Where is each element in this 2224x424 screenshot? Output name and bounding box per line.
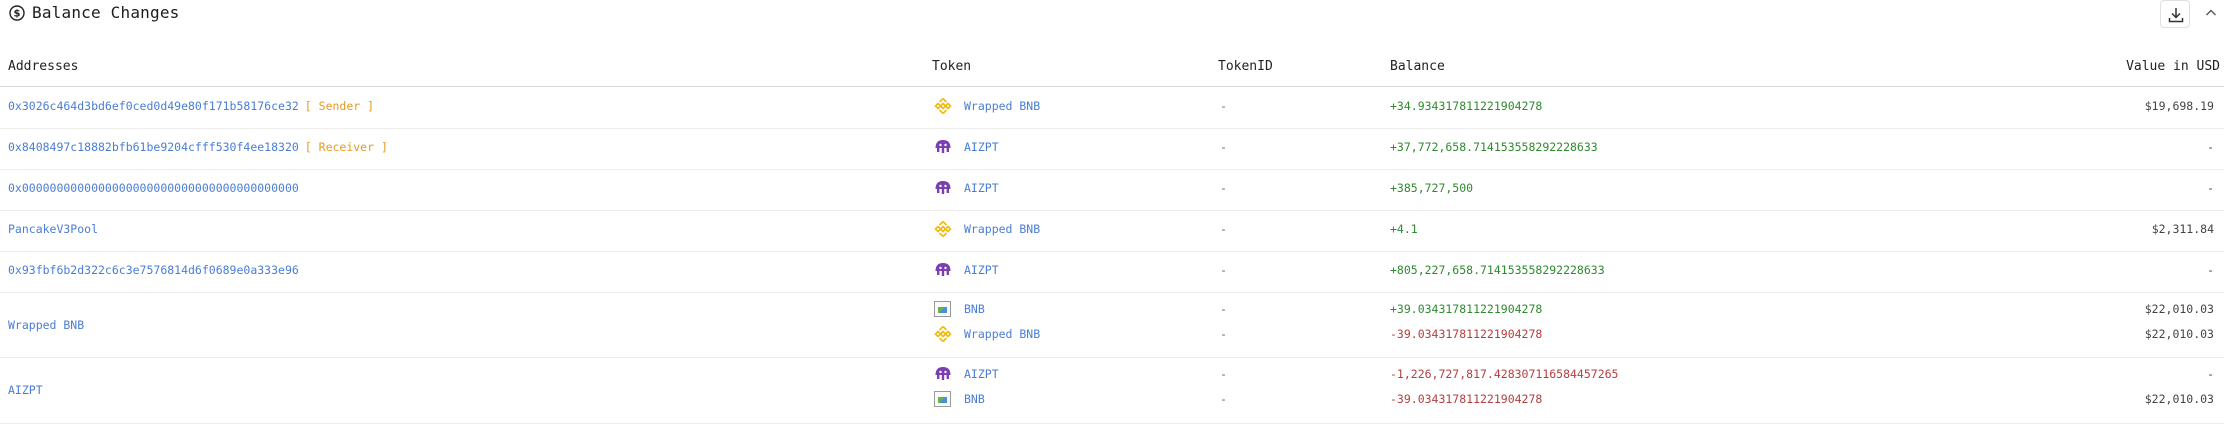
table-row: 0x93fbf6b2d322c6c3e7576814d6f0689e0a333e… xyxy=(0,251,2224,293)
usd-value: $19,698.19 xyxy=(2144,99,2214,113)
token-id: - xyxy=(1220,181,1227,195)
token-id: - xyxy=(1220,392,1227,406)
section-header: $ Balance Changes xyxy=(0,0,2224,28)
token-id: - xyxy=(1220,302,1227,316)
token-id: - xyxy=(1220,140,1227,154)
usd-value: $22,010.03 xyxy=(2144,302,2214,316)
balance-value: +39.034317811221904278 xyxy=(1390,302,1543,316)
role-tag: [ Sender ] xyxy=(304,99,375,113)
address-cell: Wrapped BNB xyxy=(8,318,84,332)
token-link[interactable]: BNB xyxy=(964,302,985,316)
balance-value: -1,226,727,817.428307116584457265 xyxy=(1390,367,1619,381)
role-tag: [ Receiver ] xyxy=(304,140,388,154)
token-link[interactable]: Wrapped BNB xyxy=(964,327,1040,341)
usd-value: $22,010.03 xyxy=(2144,327,2214,341)
usd-value: $22,010.03 xyxy=(2144,392,2214,406)
balance-value: +37,772,658.714153558292228633 xyxy=(1390,140,1598,154)
download-icon xyxy=(2168,8,2184,23)
token-link[interactable]: AIZPT xyxy=(964,181,999,195)
address-link[interactable]: Wrapped BNB xyxy=(8,318,84,332)
balance-value: +4.1 xyxy=(1390,222,1418,236)
usd-value: - xyxy=(2207,140,2214,154)
col-balance: Balance xyxy=(1390,59,1445,74)
address-link[interactable]: 0x8408497c18882bfb61be9204cfff530f4ee183… xyxy=(8,140,299,154)
address-link[interactable]: 0x3026c464d3bd6ef0ced0d49e80f171b58176ce… xyxy=(8,99,299,113)
table-row: AIZPT AIZPT - -1,226,727,817.42830711658445… xyxy=(0,357,2224,424)
usd-value: - xyxy=(2207,181,2214,195)
dollar-circle-icon: $ xyxy=(9,5,25,21)
token-link[interactable]: AIZPT xyxy=(964,263,999,277)
col-value-usd: Value in USD xyxy=(2126,59,2220,74)
bnb-icon xyxy=(934,325,952,343)
table-row: 0x00000000000000000000000000000000000000… xyxy=(0,169,2224,211)
token-id: - xyxy=(1220,327,1227,341)
balance-value: -39.034317811221904278 xyxy=(1390,327,1543,341)
aizpt-icon xyxy=(934,261,952,279)
aizpt-icon xyxy=(934,138,952,156)
address-cell: 0x3026c464d3bd6ef0ced0d49e80f171b58176ce… xyxy=(8,99,374,113)
usd-value: $2,311.84 xyxy=(2151,222,2214,236)
balance-value: +385,727,500 xyxy=(1390,181,1474,195)
chevron-up-icon[interactable] xyxy=(2202,4,2220,22)
table-row: PancakeV3Pool Wrapped BNB - +4.1 $2,311.84 xyxy=(0,210,2224,252)
usd-value: - xyxy=(2207,263,2214,277)
address-cell: 0x00000000000000000000000000000000000000… xyxy=(8,181,299,195)
address-link[interactable]: 0x93fbf6b2d322c6c3e7576814d6f0689e0a333e… xyxy=(8,263,299,277)
address-link[interactable]: 0x00000000000000000000000000000000000000… xyxy=(8,181,299,195)
bnb-icon xyxy=(934,220,952,238)
token-id: - xyxy=(1220,367,1227,381)
balance-value: +34.934317811221904278 xyxy=(1390,99,1543,113)
balance-value: -39.034317811221904278 xyxy=(1390,392,1543,406)
table-header: Addresses Token TokenID Balance Value in… xyxy=(0,56,2224,87)
table-row: 0x3026c464d3bd6ef0ced0d49e80f171b58176ce… xyxy=(0,87,2224,129)
download-button[interactable] xyxy=(2160,0,2190,28)
address-cell: 0x93fbf6b2d322c6c3e7576814d6f0689e0a333e… xyxy=(8,263,299,277)
token-link[interactable]: AIZPT xyxy=(964,367,999,381)
balance-value: +805,227,658.714153558292228633 xyxy=(1390,263,1605,277)
address-cell: 0x8408497c18882bfb61be9204cfff530f4ee183… xyxy=(8,140,388,154)
broken-image-icon xyxy=(934,301,951,317)
table-row: Wrapped BNB BNB - +39.034317811221904278 $22… xyxy=(0,292,2224,358)
token-link[interactable]: AIZPT xyxy=(964,140,999,154)
address-cell: PancakeV3Pool xyxy=(8,222,98,236)
token-link[interactable]: Wrapped BNB xyxy=(964,99,1040,113)
address-link[interactable]: PancakeV3Pool xyxy=(8,222,98,236)
token-link[interactable]: BNB xyxy=(964,392,985,406)
address-cell: AIZPT xyxy=(8,383,43,397)
token-id: - xyxy=(1220,99,1227,113)
col-token-id: TokenID xyxy=(1218,59,1273,74)
usd-value: - xyxy=(2207,367,2214,381)
token-link[interactable]: Wrapped BNB xyxy=(964,222,1040,236)
section-title: Balance Changes xyxy=(32,3,180,22)
address-link[interactable]: AIZPT xyxy=(8,383,43,397)
col-token: Token xyxy=(932,59,972,74)
col-addresses: Addresses xyxy=(8,59,79,74)
token-id: - xyxy=(1220,263,1227,277)
token-id: - xyxy=(1220,222,1227,236)
bnb-icon xyxy=(934,97,952,115)
broken-image-icon xyxy=(934,391,951,407)
svg-text:$: $ xyxy=(14,9,21,20)
table-row: 0x8408497c18882bfb61be9204cfff530f4ee183… xyxy=(0,128,2224,170)
aizpt-icon xyxy=(934,365,952,383)
aizpt-icon xyxy=(934,179,952,197)
